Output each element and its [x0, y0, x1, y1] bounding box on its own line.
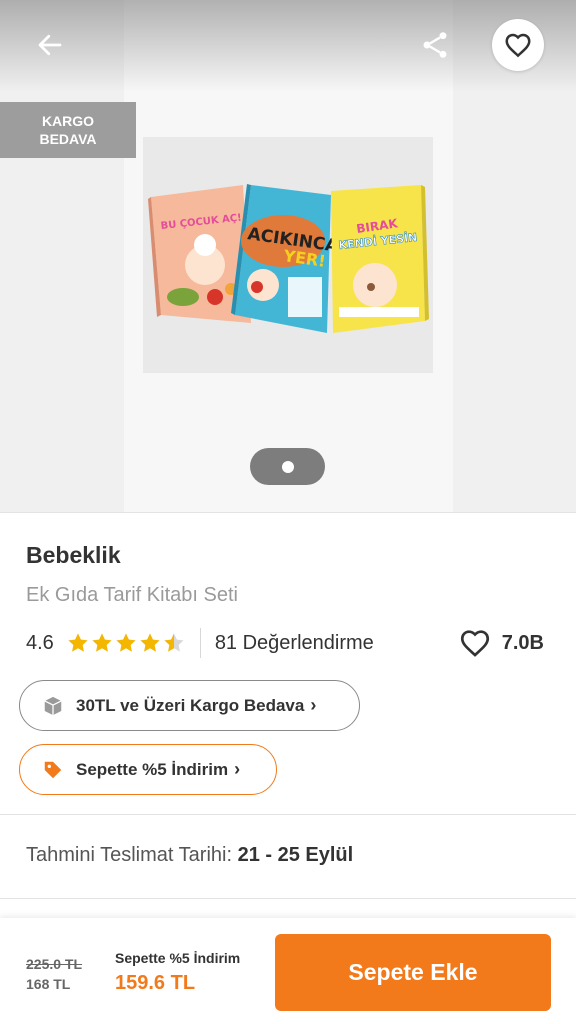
free-cargo-badge: KARGO BEDAVA: [0, 102, 136, 158]
rating-stars: [66, 631, 186, 655]
product-name: Ek Gıda Tarif Kitabı Seti: [26, 584, 238, 606]
heart-outline-icon: [505, 33, 531, 58]
tag-icon: [42, 759, 64, 781]
star-icon: [164, 633, 184, 652]
favorite-button[interactable]: [492, 19, 544, 71]
badge-line-2: BEDAVA: [39, 131, 97, 147]
book-2: ACIKINCA YER!: [231, 184, 340, 333]
chevron-right-icon: ›: [310, 695, 317, 715]
delivery-estimate: Tahmini Teslimat Tarihi: 21 - 25 Eylül: [26, 844, 353, 867]
discount-promo-label: Sepette %5 İndirim: [76, 759, 229, 779]
basket-discount-label: Sepette %5 İndirim: [115, 950, 241, 966]
badge-line-1: KARGO: [41, 113, 95, 129]
list-price: 168 TL: [26, 976, 71, 992]
divider: [0, 898, 576, 899]
product-gallery[interactable]: KARGO BEDAVA BU ÇOCUK AÇ! ACIKINCA YER! …: [0, 0, 576, 512]
box-icon: [42, 695, 64, 717]
bottom-bar: 225.0 TL 168 TL Sepette %5 İndirim 159.6…: [0, 918, 576, 1024]
discounted-price: 159.6 TL: [115, 972, 196, 994]
old-price: 225.0 TL: [26, 956, 83, 972]
cargo-promo-label: 30TL ve Üzeri Kargo Bedava: [76, 695, 305, 715]
rating-value: 4.6: [26, 631, 54, 654]
product-brand[interactable]: Bebeklik: [26, 542, 121, 569]
back-button[interactable]: [22, 22, 78, 68]
rating-row[interactable]: 4.6 81 Değerlendirme 7.0B: [26, 626, 550, 660]
top-shade: [0, 0, 576, 92]
divider: [0, 814, 576, 815]
star-icon: [68, 633, 88, 652]
image-pager[interactable]: [250, 448, 325, 485]
share-icon: [423, 32, 447, 58]
product-image[interactable]: BU ÇOCUK AÇ! ACIKINCA YER! BIRAK KENDİ Y…: [143, 137, 433, 373]
star-icon: [92, 633, 112, 652]
book-3: BIRAK KENDİ YESİN: [331, 185, 429, 333]
divider: [0, 512, 576, 513]
pager-dot-active: [281, 460, 294, 473]
delivery-label: Tahmini Teslimat Tarihi:: [26, 844, 233, 866]
chevron-right-icon: ›: [234, 759, 241, 779]
star-icon: [140, 633, 160, 652]
star-icon: [116, 633, 136, 652]
favorite-count-group[interactable]: 7.0B: [458, 626, 544, 660]
arrow-left-icon: [38, 34, 62, 56]
favorite-count: 7.0B: [501, 631, 544, 654]
share-button[interactable]: [412, 22, 458, 68]
cargo-promo-button[interactable]: 30TL ve Üzeri Kargo Bedava ›: [19, 680, 360, 731]
heart-outline-icon: [460, 630, 489, 657]
add-to-cart-button[interactable]: Sepete Ekle: [275, 934, 551, 1011]
review-count[interactable]: 81 Değerlendirme: [215, 632, 374, 655]
discount-promo-button[interactable]: Sepette %5 İndirim ›: [19, 744, 277, 795]
rating-separator: [199, 628, 201, 658]
delivery-range: 21 - 25 Eylül: [237, 844, 354, 866]
